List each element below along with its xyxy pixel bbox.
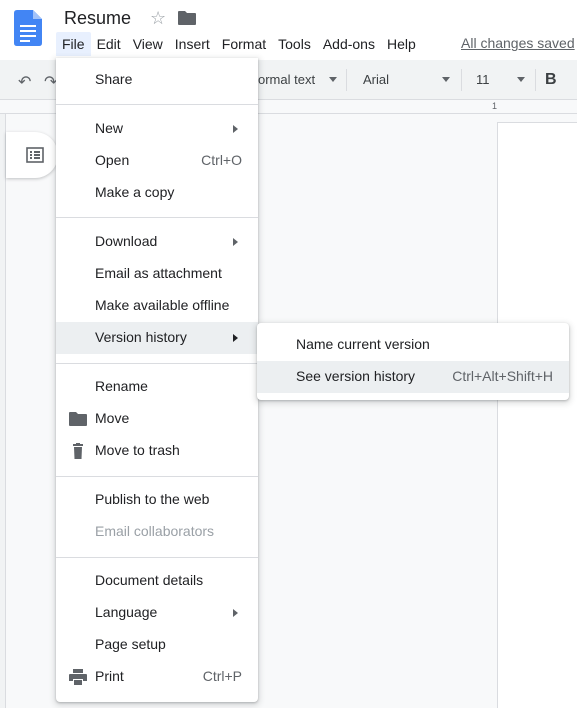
vertical-ruler[interactable] xyxy=(0,114,6,708)
menu-version-history[interactable]: Version history xyxy=(56,322,258,354)
menu-item-label: Download xyxy=(95,233,158,249)
menu-publish-to-web[interactable]: Publish to the web xyxy=(56,484,258,516)
menu-separator xyxy=(56,363,258,364)
toolbar-divider xyxy=(535,69,536,91)
menu-item-label: New xyxy=(95,120,124,136)
style-caret-icon[interactable] xyxy=(329,77,337,82)
menu-see-version-history[interactable]: See version history Ctrl+Alt+Shift+H xyxy=(257,361,569,393)
menu-name-current-version[interactable]: Name current version xyxy=(257,329,569,361)
menu-item-label: Page setup xyxy=(95,636,166,652)
menu-separator xyxy=(56,476,258,477)
file-menu: Share New Open Ctrl+O Make a copy Downlo… xyxy=(56,58,258,702)
menu-email-collaborators: Email collaborators xyxy=(56,516,258,548)
menu-move[interactable]: Move xyxy=(56,403,258,435)
version-history-submenu: Name current version See version history… xyxy=(257,323,569,400)
menu-download[interactable]: Download xyxy=(56,226,258,258)
style-select[interactable]: ormal text xyxy=(258,72,315,87)
menu-email-attachment[interactable]: Email as attachment xyxy=(56,258,258,290)
menu-item-label: Move xyxy=(95,410,130,426)
trash-icon xyxy=(73,443,83,459)
printer-icon xyxy=(69,669,87,685)
menu-share[interactable]: Share xyxy=(56,64,258,96)
menu-item-label: Open xyxy=(95,152,130,168)
shortcut-hint: Ctrl+P xyxy=(202,668,242,684)
shortcut-hint: Ctrl+Alt+Shift+H xyxy=(452,368,553,384)
outline-icon[interactable] xyxy=(26,147,44,163)
menu-item-label: Rename xyxy=(95,378,148,394)
document-title[interactable]: Resume xyxy=(64,8,131,29)
menu-bar: File Edit View Insert Format Tools Add-o… xyxy=(56,30,422,58)
folder-icon[interactable] xyxy=(178,11,196,25)
docs-logo-icon[interactable] xyxy=(14,10,42,46)
menu-page-setup[interactable]: Page setup xyxy=(56,629,258,661)
menu-tools[interactable]: Tools xyxy=(272,32,317,56)
shortcut-hint: Ctrl+O xyxy=(201,152,242,168)
menu-addons[interactable]: Add-ons xyxy=(317,32,381,56)
folder-icon xyxy=(69,412,87,426)
document-page[interactable] xyxy=(497,122,577,708)
submenu-arrow-icon xyxy=(233,334,238,342)
undo-icon[interactable]: ↶ xyxy=(18,72,31,92)
toolbar-divider xyxy=(461,69,462,91)
menu-edit[interactable]: Edit xyxy=(91,32,127,56)
menu-item-label: See version history xyxy=(296,368,416,384)
menu-item-label: Email collaborators xyxy=(95,523,215,539)
menu-separator xyxy=(56,104,258,105)
menu-format[interactable]: Format xyxy=(216,32,272,56)
menu-item-label: Publish to the web xyxy=(95,491,210,507)
submenu-arrow-icon xyxy=(233,125,238,133)
menu-make-copy[interactable]: Make a copy xyxy=(56,177,258,209)
menu-separator xyxy=(56,217,258,218)
menu-item-label: Language xyxy=(95,604,158,620)
menu-new[interactable]: New xyxy=(56,113,258,145)
menu-separator xyxy=(56,557,258,558)
menu-view[interactable]: View xyxy=(127,32,169,56)
menu-document-details[interactable]: Document details xyxy=(56,565,258,597)
bold-button[interactable]: B xyxy=(545,71,557,89)
menu-print[interactable]: Print Ctrl+P xyxy=(56,661,258,693)
menu-open[interactable]: Open Ctrl+O xyxy=(56,145,258,177)
menu-move-to-trash[interactable]: Move to trash xyxy=(56,435,258,467)
menu-file[interactable]: File xyxy=(56,32,91,56)
font-caret-icon[interactable] xyxy=(442,77,450,82)
menu-rename[interactable]: Rename xyxy=(56,371,258,403)
toolbar-divider xyxy=(346,69,347,91)
menu-help[interactable]: Help xyxy=(381,32,422,56)
submenu-arrow-icon xyxy=(233,609,238,617)
menu-make-offline[interactable]: Make available offline xyxy=(56,290,258,322)
ruler-marker: 1 xyxy=(492,101,498,111)
menu-item-label: Make a copy xyxy=(95,184,175,200)
save-status-link[interactable]: All changes saved xyxy=(461,35,575,51)
font-select[interactable]: Arial xyxy=(363,72,389,87)
menu-item-label: Print xyxy=(95,668,124,684)
font-size-caret-icon[interactable] xyxy=(517,77,525,82)
menu-insert[interactable]: Insert xyxy=(169,32,216,56)
menu-item-label: Version history xyxy=(95,329,187,345)
menu-item-label: Move to trash xyxy=(95,442,180,458)
submenu-arrow-icon xyxy=(233,238,238,246)
font-size-select[interactable]: 11 xyxy=(476,72,490,87)
star-icon[interactable]: ☆ xyxy=(150,8,166,29)
menu-item-label: Make available offline xyxy=(95,297,230,313)
menu-item-label: Share xyxy=(95,71,133,87)
menu-language[interactable]: Language xyxy=(56,597,258,629)
menu-item-label: Document details xyxy=(95,572,204,588)
menu-item-label: Name current version xyxy=(296,336,430,352)
menu-item-label: Email as attachment xyxy=(95,265,222,281)
